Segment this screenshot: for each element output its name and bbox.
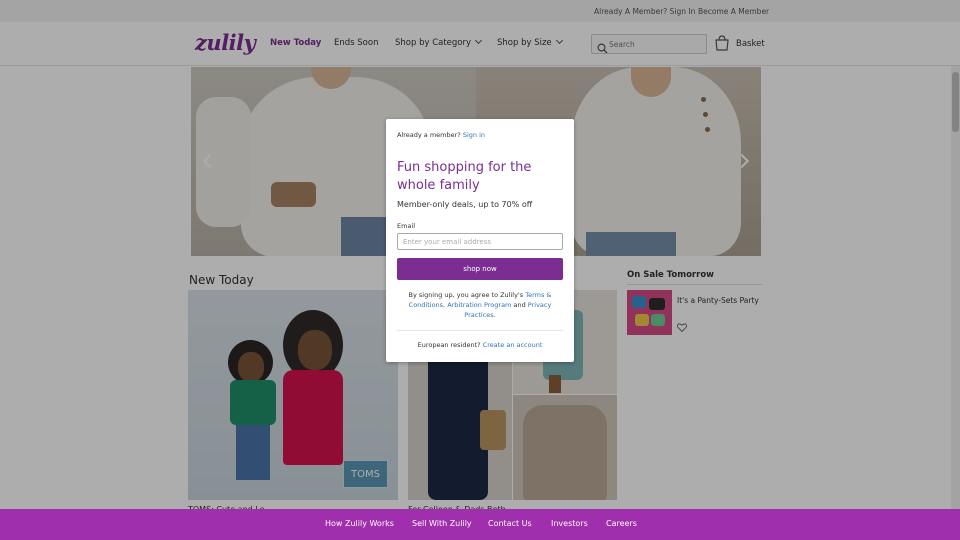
footer-link-careers[interactable]: Careers [606, 519, 637, 528]
eu-text: European resident? [417, 341, 481, 349]
site-footer: How Zulily Works Sell With Zulily Contac… [0, 509, 960, 540]
modal-member-text: Already a member? [397, 131, 461, 139]
footer-link-how-zulily-works[interactable]: How Zulily Works [325, 519, 394, 528]
footer-link-investors[interactable]: Investors [551, 519, 588, 528]
modal-headline: Fun shopping for the whole family [397, 160, 532, 193]
legal-prefix: By signing up, you agree to Zulily's [408, 291, 524, 299]
email-field[interactable] [397, 233, 563, 250]
modal-subhead: Member-only deals, up to 70% off [397, 200, 533, 209]
footer-link-contact-us[interactable]: Contact Us [488, 519, 532, 528]
modal-legal-text: By signing up, you agree to Zulily's Ter… [404, 290, 556, 320]
email-label: Email [397, 222, 416, 230]
legal-and: and [513, 301, 526, 309]
modal-sign-in-link[interactable]: Sign in [463, 131, 485, 139]
footer-link-sell-with-zulily[interactable]: Sell With Zulily [412, 519, 472, 528]
shop-now-button[interactable]: shop now [397, 258, 563, 280]
signup-modal: Already a member? Sign in Fun shopping f… [386, 119, 574, 362]
divider [397, 330, 563, 331]
create-account-link[interactable]: Create an account [483, 341, 543, 349]
modal-eu-prompt: European resident? Create an account [386, 341, 574, 349]
modal-member-prompt: Already a member? Sign in [397, 131, 485, 139]
